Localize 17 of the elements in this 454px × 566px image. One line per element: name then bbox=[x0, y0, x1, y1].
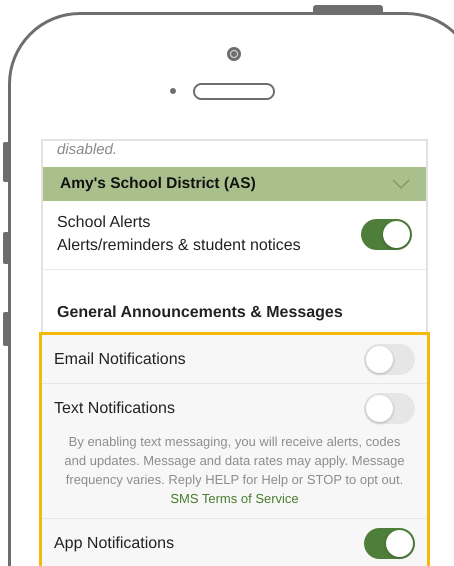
toggle-switch[interactable] bbox=[364, 344, 415, 374]
disclaimer-text: By enabling text messaging, you will receive alerts, codes and updates. Message and data rates may apply. Message frequency varies. Reply HELP for Help or STOP to opt out. SMS Terms of Service bbox=[63, 433, 406, 508]
setting-label: App Notifications bbox=[54, 534, 174, 554]
toggle-switch[interactable] bbox=[364, 528, 415, 558]
terms-link[interactable]: SMS Terms of Service bbox=[170, 491, 299, 506]
district-name: Amy's School District (AS) bbox=[60, 175, 256, 193]
section-title: General Announcements & Messages bbox=[56, 303, 344, 323]
setting-subtitle: Alerts/reminders & student notices bbox=[57, 236, 301, 256]
sensor-dot bbox=[170, 88, 176, 94]
setting-title: School Alerts bbox=[57, 213, 152, 233]
camera-icon bbox=[227, 47, 241, 61]
note-text: disabled. bbox=[56, 141, 118, 160]
setting-label: Email Notifications bbox=[54, 350, 186, 370]
setting-label: Text Notifications bbox=[54, 398, 175, 418]
district-header[interactable]: Amy's School District (AS) bbox=[43, 167, 426, 201]
toggle-switch[interactable] bbox=[361, 218, 412, 250]
toggle-switch[interactable] bbox=[364, 392, 415, 424]
